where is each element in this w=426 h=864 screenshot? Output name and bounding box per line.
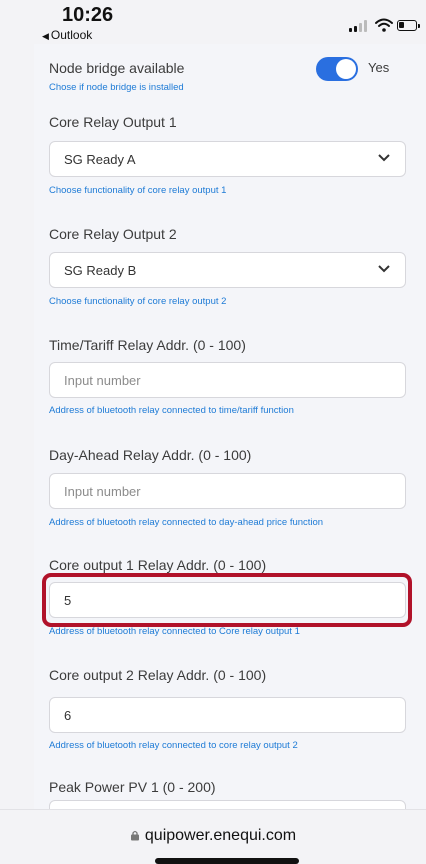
core-relay-2-label: Core Relay Output 2 — [49, 226, 177, 242]
toggle-knob — [336, 59, 356, 79]
browser-address-bar[interactable]: quipower.enequi.com — [0, 809, 426, 864]
back-to-app-link[interactable]: ◀ Outlook — [42, 28, 92, 42]
home-indicator — [155, 858, 299, 864]
back-triangle-icon: ◀ — [42, 31, 49, 41]
node-bridge-helper: Chose if node bridge is installed — [49, 82, 184, 93]
core-relay-2-value: SG Ready B — [64, 262, 137, 278]
status-bar: 10:26 ◀ Outlook — [0, 0, 426, 44]
day-ahead-input[interactable]: Input number — [49, 473, 406, 509]
chevron-down-icon — [378, 154, 390, 162]
day-ahead-helper: Address of bluetooth relay connected to … — [49, 517, 324, 528]
day-ahead-label: Day-Ahead Relay Addr. (0 - 100) — [49, 447, 252, 463]
time-tariff-label: Time/Tariff Relay Addr. (0 - 100) — [49, 337, 246, 353]
core-relay-1-select[interactable]: SG Ready A — [49, 141, 406, 177]
core-out-2-addr-label: Core output 2 Relay Addr. (0 - 100) — [49, 667, 267, 683]
battery-icon — [397, 20, 420, 31]
wifi-icon — [375, 18, 393, 32]
node-bridge-toggle-label: Yes — [368, 60, 390, 75]
day-ahead-placeholder: Input number — [64, 483, 141, 499]
chevron-down-icon — [378, 265, 390, 273]
node-bridge-toggle[interactable] — [316, 57, 358, 81]
url-text: quipower.enequi.com — [144, 827, 297, 844]
time-tariff-input[interactable]: Input number — [49, 362, 406, 398]
core-relay-1-value: SG Ready A — [64, 151, 136, 167]
core-out-2-addr-helper: Address of bluetooth relay connected to … — [49, 740, 298, 751]
lock-icon — [130, 830, 139, 841]
core-relay-1-helper: Choose functionality of core relay outpu… — [49, 185, 227, 196]
url-display[interactable]: quipower.enequi.com — [0, 827, 426, 845]
core-out-2-addr-value: 6 — [64, 707, 72, 723]
time-tariff-placeholder: Input number — [64, 372, 141, 388]
core-out-1-addr-helper: Address of bluetooth relay connected to … — [49, 626, 300, 637]
peak-power-label: Peak Power PV 1 (0 - 200) — [49, 779, 216, 795]
core-relay-2-helper: Choose functionality of core relay outpu… — [49, 296, 227, 307]
core-out-2-addr-input[interactable]: 6 — [49, 697, 406, 733]
core-relay-2-select[interactable]: SG Ready B — [49, 252, 406, 288]
highlight-annotation — [42, 573, 412, 627]
cellular-signal-icon — [349, 20, 369, 32]
node-bridge-label: Node bridge available — [49, 60, 185, 76]
back-app-label: Outlook — [50, 28, 93, 42]
core-relay-1-label: Core Relay Output 1 — [49, 114, 177, 130]
time-tariff-helper: Address of bluetooth relay connected to … — [49, 405, 294, 416]
status-time: 10:26 — [62, 4, 114, 26]
core-out-1-addr-label: Core output 1 Relay Addr. (0 - 100) — [49, 557, 267, 573]
